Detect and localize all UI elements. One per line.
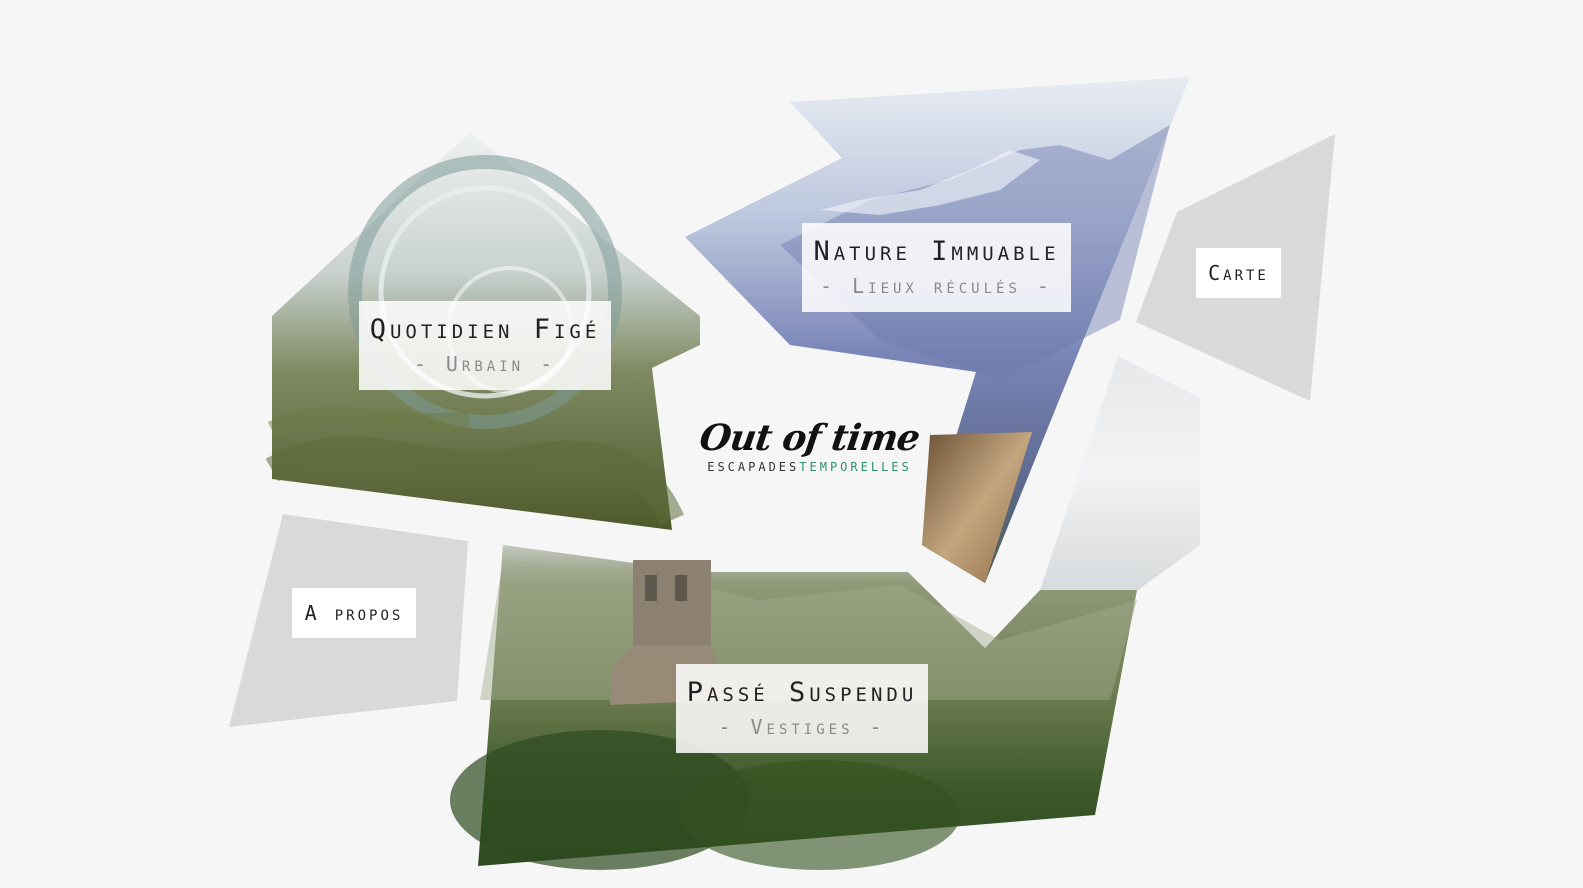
- tile-nature-title: Nature Immuable: [813, 236, 1060, 267]
- logo-wordmark: Out of time: [697, 417, 922, 459]
- site-logo[interactable]: Out of time ESCAPADESTEMPORELLES: [692, 417, 927, 488]
- nav-carte-label: Carte: [1208, 261, 1269, 285]
- tile-vestiges-subtitle: - Vestiges -: [718, 715, 886, 739]
- tile-cloud-image: [1040, 356, 1200, 590]
- mosaic-stage: Quotidien Figé - Urbain - Nature Immuabl…: [0, 0, 1583, 888]
- nav-carte-button[interactable]: Carte: [1196, 248, 1281, 298]
- tile-vestiges-title: Passé Suspendu: [686, 677, 918, 708]
- logo-tagline-part-2: TEMPORELLES: [799, 460, 912, 474]
- nav-apropos-button[interactable]: A propos: [292, 588, 416, 638]
- tile-urbain-subtitle: - Urbain -: [413, 352, 557, 376]
- logo-tagline-part-1: ESCAPADES: [707, 460, 800, 474]
- tile-nature-label[interactable]: Nature Immuable - Lieux réculés -: [802, 223, 1071, 312]
- tile-vestiges-label[interactable]: Passé Suspendu - Vestiges -: [676, 664, 928, 753]
- nav-apropos-label: A propos: [304, 601, 404, 625]
- tile-urbain-title: Quotidien Figé: [369, 314, 601, 345]
- tile-urbain-label[interactable]: Quotidien Figé - Urbain -: [359, 301, 611, 390]
- logo-tagline: ESCAPADESTEMPORELLES: [692, 460, 927, 474]
- tile-nature-subtitle: - Lieux réculés -: [820, 274, 1053, 298]
